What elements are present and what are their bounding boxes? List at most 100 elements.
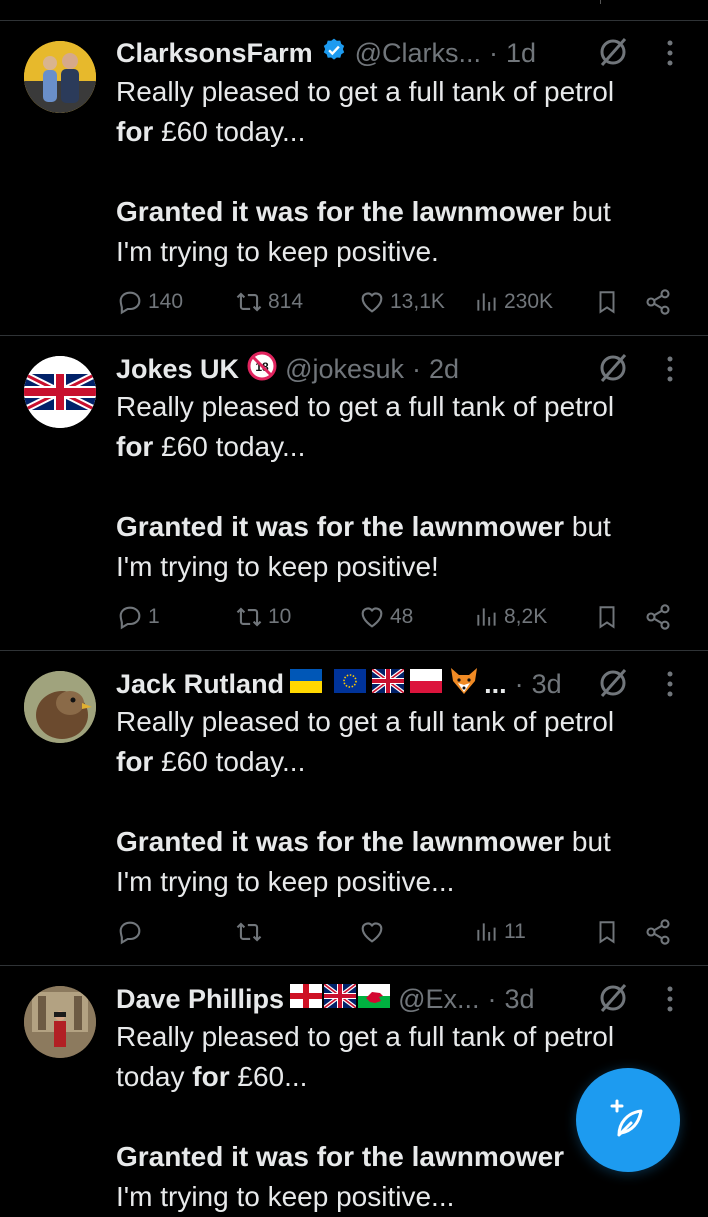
tweet-header: ClarksonsFarm @Clarks... · 1d	[116, 33, 536, 73]
action-bar: 140 814 13,1K 230K	[116, 284, 676, 320]
text-line: Really pleased to get a full tank of pet…	[116, 391, 615, 422]
text-line: Really pleased to get a full tank of pet…	[116, 76, 615, 107]
views-button[interactable]: 230K	[474, 284, 553, 320]
repost-icon	[236, 292, 262, 312]
handle[interactable]: @Ex...	[398, 984, 479, 1015]
reply-icon	[119, 921, 141, 945]
bookmark-icon	[599, 291, 615, 314]
previous-tweet-edge	[600, 0, 601, 4]
display-name[interactable]: Jack Rutland	[116, 669, 284, 700]
text: but	[564, 196, 611, 227]
text-line: I'm trying to keep positive!	[116, 551, 439, 582]
name-ellipsis: ...	[484, 668, 507, 699]
dot-separator: ·	[487, 983, 497, 1014]
grok-icon[interactable]	[596, 35, 630, 69]
share-button[interactable]	[644, 284, 676, 320]
like-button[interactable]	[358, 914, 390, 950]
beefeater-avatar-image	[24, 986, 96, 1058]
action-bar: 1 10 48 8,2K	[116, 599, 676, 635]
text: but	[564, 511, 611, 542]
text-line: I'm trying to keep positive...	[116, 1181, 455, 1212]
england-flag-icon	[290, 983, 323, 1015]
like-button[interactable]: 48	[358, 599, 413, 635]
grok-icon[interactable]	[596, 351, 630, 385]
share-icon	[646, 919, 670, 945]
bold-text: Granted it was for the lawnmower	[116, 196, 565, 227]
reply-count: 1	[148, 605, 160, 628]
uk-flag-icon	[370, 666, 406, 700]
avatar[interactable]	[24, 41, 96, 113]
dot-separator: ·	[514, 668, 524, 699]
grok-icon[interactable]	[596, 981, 630, 1015]
text: £60 today...	[153, 116, 306, 147]
bookmark-button[interactable]	[594, 599, 624, 635]
more-options-icon[interactable]	[660, 351, 680, 387]
timestamp[interactable]: 2d	[429, 354, 459, 385]
repost-button[interactable]: 10	[234, 599, 291, 635]
repost-count: 814	[268, 290, 304, 313]
text: £60...	[229, 1061, 308, 1092]
heart-icon	[361, 607, 383, 628]
share-button[interactable]	[644, 914, 676, 950]
timestamp[interactable]: 3d	[505, 984, 535, 1015]
text-line: I'm trying to keep positive.	[116, 236, 439, 267]
reply-button[interactable]	[116, 914, 148, 950]
text-line: for £60 today...	[116, 112, 686, 152]
eu-flag-icon	[334, 668, 367, 700]
text-line: Granted it was for the lawnmower but	[116, 822, 686, 862]
like-button[interactable]: 13,1K	[358, 284, 445, 320]
eighteen-plus-icon: 18	[247, 351, 277, 388]
timestamp[interactable]: 1d	[506, 38, 536, 69]
share-button[interactable]	[644, 599, 676, 635]
views-icon	[477, 293, 496, 311]
repost-button[interactable]: 814	[234, 284, 303, 320]
display-name[interactable]: ClarksonsFarm	[116, 38, 313, 69]
bookmark-icon	[599, 606, 615, 629]
heart-icon	[361, 292, 383, 313]
more-options-icon[interactable]	[660, 666, 680, 702]
reply-button[interactable]: 140	[116, 284, 183, 320]
top-divider	[0, 20, 708, 21]
more-options-icon[interactable]	[660, 35, 680, 71]
display-name[interactable]: Dave Phillips	[116, 984, 284, 1015]
avatar-image	[24, 41, 96, 113]
display-name[interactable]: Jokes UK	[116, 354, 239, 385]
views-count: 8,2K	[504, 605, 548, 628]
uk-flag-icon	[322, 981, 358, 1015]
views-button[interactable]: 8,2K	[474, 599, 547, 635]
reply-count: 140	[148, 290, 184, 313]
reply-button[interactable]: 1	[116, 599, 160, 635]
grok-icon[interactable]	[596, 666, 630, 700]
like-count: 13,1K	[390, 290, 445, 313]
tweet-text: Really pleased to get a full tank of pet…	[116, 387, 686, 587]
views-count: 230K	[504, 290, 554, 313]
share-icon	[646, 604, 670, 630]
handle[interactable]: @jokesuk	[285, 354, 404, 385]
bold-text: for	[192, 1061, 230, 1092]
repost-count: 10	[268, 605, 292, 628]
avatar[interactable]	[24, 671, 96, 743]
tweet-header: Jack Rutland ... · 3d	[116, 664, 562, 704]
bookmark-button[interactable]	[594, 284, 624, 320]
text: but	[564, 826, 611, 857]
views-icon	[477, 608, 496, 626]
reply-icon	[119, 291, 141, 315]
poland-flag-icon	[410, 668, 443, 700]
views-icon	[477, 923, 496, 941]
tweet-divider	[0, 335, 708, 336]
handle[interactable]: @Clarks...	[355, 38, 481, 69]
views-button[interactable]: 11	[474, 914, 526, 950]
text-line: I'm trying to keep positive...	[116, 866, 455, 897]
views-count: 11	[504, 920, 526, 943]
feather-plus-icon	[610, 1099, 643, 1137]
bookmark-button[interactable]	[594, 914, 624, 950]
repost-button[interactable]	[234, 914, 268, 950]
avatar[interactable]	[24, 986, 96, 1058]
compose-post-button[interactable]	[576, 1068, 680, 1172]
more-options-icon[interactable]	[660, 981, 680, 1017]
timestamp[interactable]: 3d	[532, 669, 562, 700]
repost-icon	[236, 922, 262, 942]
avatar[interactable]	[24, 356, 96, 428]
